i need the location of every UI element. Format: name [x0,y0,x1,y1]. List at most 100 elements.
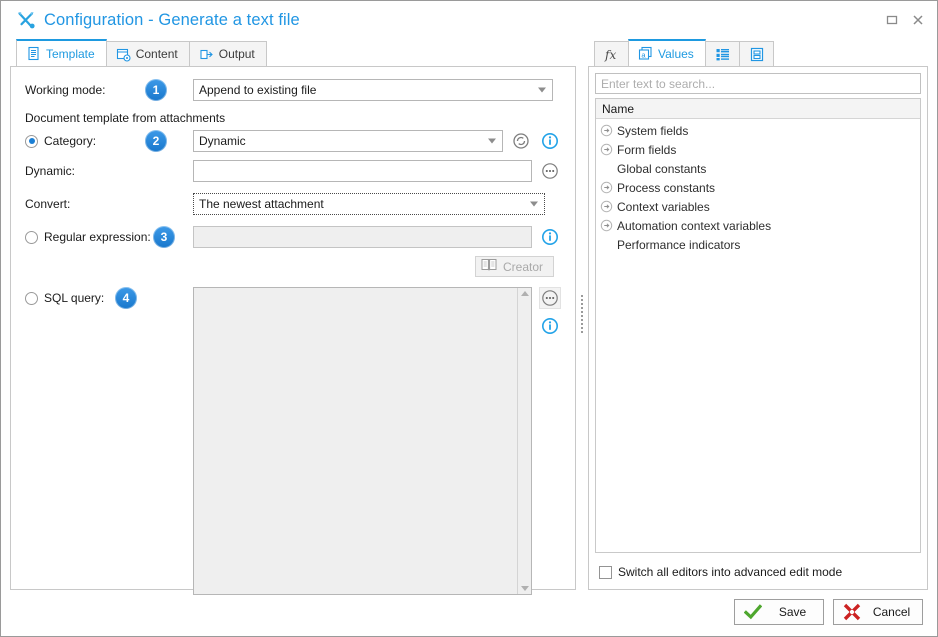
tab-function[interactable]: fx [594,41,629,66]
refresh-icon[interactable] [510,130,532,152]
info-icon[interactable] [539,315,561,337]
ellipsis-icon[interactable] [539,287,561,309]
tab-values[interactable]: a Values [628,39,706,66]
expander-icon[interactable] [600,143,617,156]
info-icon[interactable] [539,226,561,248]
creator-label: Creator [502,259,543,274]
tab-template[interactable]: Template [16,39,107,66]
close-icon[interactable] [905,7,931,33]
form-icon [749,47,764,62]
working-mode-value: Append to existing file [199,83,317,97]
dynamic-input[interactable] [193,160,532,182]
regular-expression-input[interactable] [193,226,532,248]
attachments-section-title: Document template from attachments [25,111,226,125]
category-label: Category: [44,134,97,148]
sql-scrollbar[interactable] [517,288,531,594]
tab-template-label: Template [46,46,95,61]
expander-icon[interactable] [600,181,617,194]
ellipsis-icon[interactable] [539,160,561,182]
regular-expression-row: Regular expression: 3 [25,226,561,248]
chevron-down-icon [538,87,546,93]
dialog-footer: Save Cancel [1,590,937,636]
tab-list[interactable] [704,41,740,66]
tree-item-label: Form fields [617,142,677,157]
configuration-dialog: Configuration - Generate a text file Tem… [0,0,938,637]
cancel-label: Cancel [872,605,911,619]
values-tree: Name System fields Form fields Global co… [595,98,921,553]
tree-item-automation-context-variables[interactable]: Automation context variables [596,216,920,235]
function-fx-icon: fx [604,47,619,62]
tab-output[interactable]: Output [188,41,267,66]
tree-item-global-constants[interactable]: Global constants [596,159,920,178]
search-input[interactable]: Enter text to search... [595,73,921,94]
tree-item-label: Global constants [617,161,707,176]
badge-4: 4 [115,287,137,309]
category-value: Dynamic [199,134,246,148]
tools-icon [15,9,37,31]
regular-expression-radio[interactable]: Regular expression: [25,230,153,244]
green-check-icon [744,604,762,620]
sql-query-radio[interactable]: SQL query: [25,287,115,309]
template-tab-panel: Working mode: 1 Append to existing file … [10,66,576,595]
advanced-edit-mode-label: Switch all editors into advanced edit mo… [618,565,843,579]
cancel-button[interactable]: Cancel [833,599,923,625]
dynamic-label: Dynamic: [25,164,76,178]
chevron-down-icon [488,138,496,144]
tree-item-performance-indicators[interactable]: Performance indicators [596,235,920,254]
tab-content[interactable]: Content [105,41,190,66]
maximize-button[interactable] [879,7,905,33]
left-pane: Template Content Output Working mode: 1 … [10,39,576,595]
working-mode-select[interactable]: Append to existing file [193,79,553,101]
tree-column-header: Name [596,99,920,119]
expander-icon[interactable] [600,219,617,232]
chevron-down-icon [530,201,538,207]
advanced-edit-mode-checkbox[interactable] [599,565,612,579]
convert-select[interactable]: The newest attachment [193,193,545,215]
expander-icon[interactable] [600,124,617,137]
splitter-grip [581,294,583,335]
badge-1: 1 [145,79,167,101]
advanced-edit-mode-row[interactable]: Switch all editors into advanced edit mo… [595,561,921,583]
working-mode-badge-slot: 1 [145,79,193,101]
regex-badge-slot: 3 [153,226,193,248]
tree-column-header-label: Name [602,101,635,116]
scroll-up-icon[interactable] [520,291,529,296]
tab-content-label: Content [135,47,178,61]
tree-item-process-constants[interactable]: Process constants [596,178,920,197]
save-button[interactable]: Save [734,599,824,625]
tree-item-form-fields[interactable]: Form fields [596,140,920,159]
creator-button[interactable]: Creator [474,256,554,277]
svg-text:fx: fx [604,48,616,62]
tab-form[interactable] [738,41,774,66]
sql-query-textarea[interactable] [194,288,517,594]
convert-value: The newest attachment [199,197,324,211]
search-placeholder: Enter text to search... [601,76,716,91]
tab-values-label: Values [658,46,694,61]
creator-row: Creator [25,256,554,277]
sql-query-editor[interactable] [193,287,532,595]
list-icon [715,47,730,62]
radio-regex-icon [25,230,38,244]
dynamic-row: Dynamic: [25,160,561,182]
tree-item-label: Automation context variables [617,218,772,233]
output-flow-icon [199,47,214,62]
convert-label: Convert: [25,197,71,211]
scroll-down-icon[interactable] [520,586,529,591]
pane-splitter[interactable] [576,39,588,590]
sql-query-label: SQL query: [44,291,105,305]
category-radio[interactable]: Category: [25,134,145,148]
tree-item-label: Performance indicators [617,237,741,252]
left-tabstrip: Template Content Output [10,39,576,66]
badge-3: 3 [153,226,175,248]
title-bar: Configuration - Generate a text file [1,1,937,39]
info-icon[interactable] [539,130,561,152]
regular-expression-label: Regular expression: [44,230,151,244]
tab-output-label: Output [218,47,255,61]
tree-item-context-variables[interactable]: Context variables [596,197,920,216]
expander-icon[interactable] [600,200,617,213]
values-tab-panel: Enter text to search... Name System fiel… [588,66,928,590]
convert-row: Convert: The newest attachment [25,193,561,215]
category-select[interactable]: Dynamic [193,130,503,152]
tree-item-system-fields[interactable]: System fields [596,121,920,140]
working-mode-label: Working mode: [25,83,106,97]
